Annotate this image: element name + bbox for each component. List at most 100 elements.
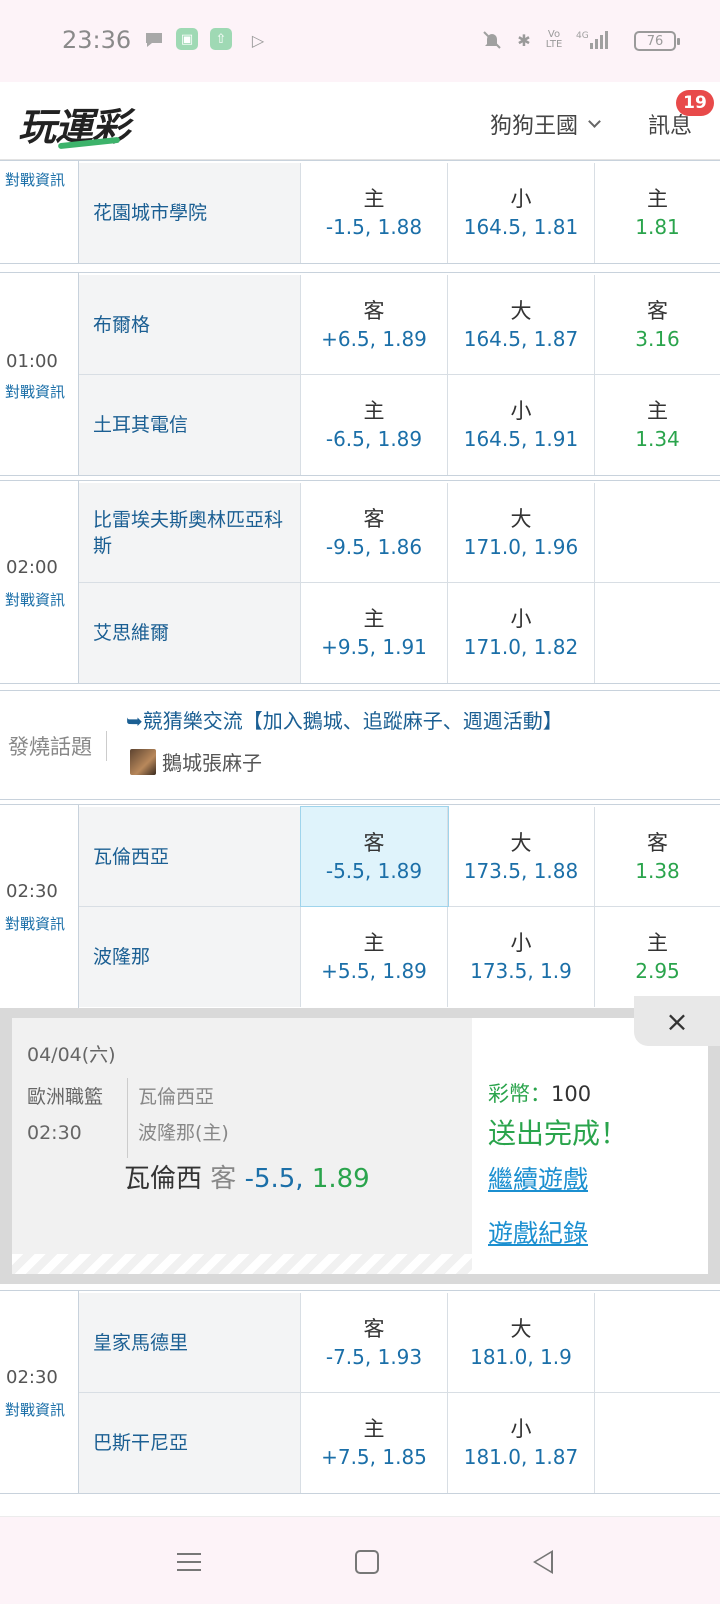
bet-confirmation-overlay: 04/04(六) 歐洲職籃 02:30 瓦倫西亞 波隆那(主) 瓦倫西 客 -5… [0, 996, 720, 1284]
handicap-bet-cell[interactable]: 客 +6.5, 1.89 [301, 275, 448, 374]
matchup-info-link[interactable]: 對戰資訊 [5, 381, 65, 402]
bet-odds-value: -6.5, 1.89 [325, 427, 423, 451]
handicap-bet-cell[interactable]: 主 +7.5, 1.85 [301, 1393, 448, 1493]
bet-side-label: 小 [510, 187, 532, 211]
team-row: 波隆那 主 +5.5, 1.89 小 173.5, 1.9 主 2.95 [79, 907, 720, 1007]
bet-side-label: 主 [363, 187, 385, 211]
bet-matchup-team-1: 瓦倫西亞 [138, 1086, 215, 1108]
total-bet-cell[interactable]: 大 171.0, 1.96 [448, 483, 595, 582]
bet-handicap: -5.5, [244, 1164, 304, 1194]
team-row: 土耳其電信 主 -6.5, 1.89 小 164.5, 1.91 主 1.34 [79, 375, 720, 475]
game-time-column: 02:30 對戰資訊 [0, 1291, 79, 1493]
handicap-bet-cell[interactable]: 主 +5.5, 1.89 [301, 907, 448, 1007]
handicap-bet-cell[interactable]: 主 -6.5, 1.89 [301, 375, 448, 475]
matchup-info-link[interactable]: 對戰資訊 [5, 169, 65, 190]
total-bet-cell[interactable]: 小 173.5, 1.9 [448, 907, 595, 1007]
matchup-info-link[interactable]: 對戰資訊 [5, 589, 65, 610]
hot-topic-label: 發燒話題 [8, 731, 107, 761]
total-bet-cell[interactable]: 小 164.5, 1.91 [448, 375, 595, 475]
matchup-info-link[interactable]: 對戰資訊 [5, 1399, 65, 1420]
bet-odds-value: 1.34 [635, 427, 680, 451]
game-block: 02:30 對戰資訊 皇家馬德里 客 -7.5, 1.93 大 181.0, 1.9… [0, 1290, 720, 1494]
handicap-bet-cell[interactable]: 客 -7.5, 1.93 [301, 1293, 448, 1392]
bet-odds-value: -1.5, 1.88 [325, 215, 423, 239]
bet-odds-value: 1.81 [635, 215, 680, 239]
moneyline-bet-cell[interactable]: 客 1.38 [595, 807, 720, 906]
bet-side: 客 [210, 1164, 237, 1194]
team-name[interactable]: 比雷埃夫斯奧林匹亞科斯 [79, 483, 301, 582]
home-button[interactable] [350, 1545, 384, 1579]
recent-apps-button[interactable] [172, 1545, 206, 1579]
team-name[interactable]: 波隆那 [79, 907, 301, 1007]
bet-odds-value: 164.5, 1.91 [463, 427, 579, 451]
game-time: 02:00 [6, 557, 58, 578]
handicap-bet-cell[interactable]: 客 -9.5, 1.86 [301, 483, 448, 582]
matchup-info-link[interactable]: 對戰資訊 [5, 913, 65, 934]
bet-side-label: 客 [647, 298, 668, 323]
bet-side-label: 客 [363, 506, 385, 531]
team-row: 比雷埃夫斯奧林匹亞科斯 客 -9.5, 1.86 大 171.0, 1.96 [79, 483, 720, 583]
team-name[interactable]: 花園城市學院 [79, 163, 301, 263]
handicap-bet-cell[interactable]: 主 +9.5, 1.91 [301, 583, 448, 683]
total-bet-cell[interactable]: 大 181.0, 1.9 [448, 1293, 595, 1392]
moneyline-bet-cell[interactable]: 主 1.34 [595, 375, 720, 475]
submit-status: 送出完成！ [488, 1117, 629, 1150]
team-row: 巴斯干尼亞 主 +7.5, 1.85 小 181.0, 1.87 [79, 1393, 720, 1493]
bet-side-label: 大 [510, 298, 532, 323]
game-block: 對戰資訊 花園城市學院 主 -1.5, 1.88 小 164.5, 1.81 主 1.… [0, 160, 720, 264]
bet-side-label: 大 [510, 506, 532, 531]
volte-icon: Vo LTE [545, 29, 563, 50]
hot-topic-banner[interactable]: 發燒話題 ➥競猜樂交流【加入鵝城、追蹤麻子、週週活動】 鵝城張麻子 [0, 690, 720, 800]
svg-text:4G: 4G [576, 31, 589, 41]
game-time: 02:30 [6, 1367, 58, 1388]
total-bet-cell[interactable]: 大 173.5, 1.88 [448, 807, 595, 906]
bet-side-label: 主 [363, 931, 385, 955]
moneyline-bet-cell[interactable]: 主 2.95 [595, 907, 720, 1007]
share-arrow-icon: ➥ [126, 709, 143, 733]
moneyline-bet-cell[interactable]: 客 3.16 [595, 275, 720, 374]
moneyline-bet-cell[interactable]: 主 1.81 [595, 163, 720, 263]
upload-app-icon: ⇧ [210, 28, 232, 50]
game-history-link[interactable]: 遊戲紀錄 [488, 1214, 588, 1250]
app-header: 玩運彩 狗狗王國 訊息 19 [0, 82, 720, 160]
bet-side-label: 小 [510, 1417, 532, 1441]
coins-label: 彩幣： [488, 1082, 551, 1106]
handicap-bet-cell-selected[interactable]: 客 -5.5, 1.89 [300, 806, 449, 907]
total-bet-cell[interactable]: 大 164.5, 1.87 [448, 275, 595, 374]
mute-bell-icon [480, 28, 504, 52]
menu-icon [177, 1553, 201, 1571]
system-nav-bar [0, 1516, 720, 1604]
bet-odds-value: -9.5, 1.86 [325, 534, 423, 559]
bet-odds-value: 164.5, 1.81 [463, 215, 579, 239]
total-bet-cell[interactable]: 小 164.5, 1.81 [448, 163, 595, 263]
team-name[interactable]: 布爾格 [79, 275, 301, 374]
game-block: 02:30 對戰資訊 瓦倫西亞 客 -5.5, 1.89 大 173.5, 1.88… [0, 804, 720, 1008]
bet-side-label: 小 [510, 399, 532, 423]
moneyline-bet-cell [595, 1293, 720, 1392]
author-name: 鵝城張麻子 [162, 751, 262, 775]
user-menu-label: 狗狗王國 [490, 114, 579, 139]
continue-game-link[interactable]: 繼續遊戲 [488, 1160, 588, 1196]
bet-ticket: 04/04(六) 歐洲職籃 02:30 瓦倫西亞 波隆那(主) 瓦倫西 客 -5… [12, 1018, 472, 1274]
bet-odds-value: +5.5, 1.89 [321, 959, 427, 983]
handicap-bet-cell[interactable]: 主 -1.5, 1.88 [301, 163, 448, 263]
team-name[interactable]: 皇家馬德里 [79, 1293, 301, 1392]
user-menu-dropdown[interactable]: 狗狗王國 [490, 108, 601, 140]
team-name[interactable]: 巴斯干尼亞 [79, 1393, 301, 1493]
hot-topic-title[interactable]: ➥競猜樂交流【加入鵝城、追蹤麻子、週週活動】 [126, 705, 563, 734]
team-name[interactable]: 瓦倫西亞 [79, 807, 301, 906]
bet-side-label: 客 [363, 1316, 385, 1341]
bet-date: 04/04(六) [27, 1044, 116, 1066]
close-icon[interactable]: × [634, 996, 720, 1046]
home-square-icon [355, 1550, 379, 1574]
game-time-column: 02:30 對戰資訊 [0, 805, 79, 1008]
moneyline-bet-cell [595, 483, 720, 582]
team-name[interactable]: 土耳其電信 [79, 375, 301, 475]
back-button[interactable] [526, 1545, 560, 1579]
total-bet-cell[interactable]: 小 171.0, 1.82 [448, 583, 595, 683]
ticket-divider [127, 1078, 128, 1158]
hot-topic-author[interactable]: 鵝城張麻子 [130, 747, 262, 776]
team-name[interactable]: 艾思維爾 [79, 583, 301, 683]
team-row: 瓦倫西亞 客 -5.5, 1.89 大 173.5, 1.88 客 1.38 [79, 806, 720, 907]
total-bet-cell[interactable]: 小 181.0, 1.87 [448, 1393, 595, 1493]
